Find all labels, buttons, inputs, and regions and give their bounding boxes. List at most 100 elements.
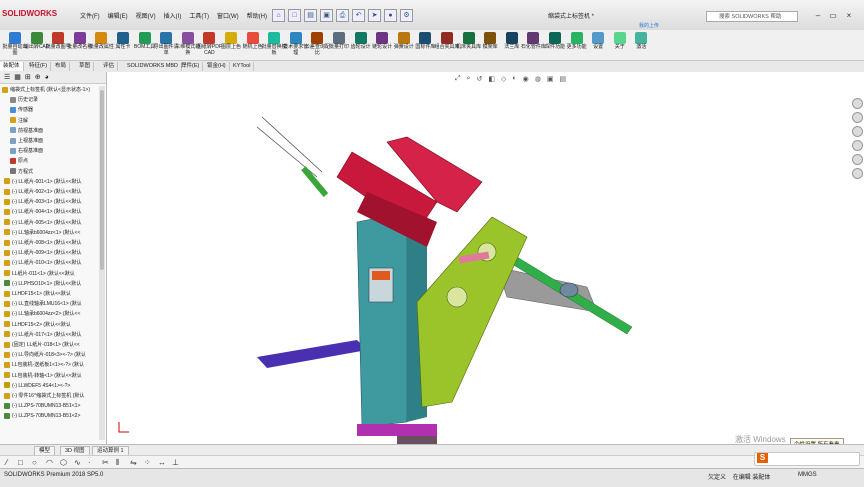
new-icon[interactable]: □ [288, 9, 301, 22]
scene-icon[interactable]: ▣ [547, 75, 554, 83]
graphics-area[interactable] [107, 72, 864, 444]
menu-file[interactable]: 文件(F) [80, 11, 100, 20]
task-pane-explorer-icon[interactable] [852, 126, 863, 137]
tab-sketch[interactable]: 草图 [76, 62, 95, 71]
component-icon [4, 413, 10, 420]
ribbon-icon-12 [268, 32, 281, 44]
zoom-area-icon[interactable]: ⌕ [467, 75, 471, 83]
tree-item[interactable]: (-) LLPHSO10<1> (默认<<默认 [0, 280, 104, 289]
hide-show-icon[interactable]: ◉ [523, 75, 529, 83]
tree-item[interactable]: (-) LL纸片-008<1> (默认<<默认 [0, 239, 104, 248]
tree-item[interactable]: (-) LL轴承b6004zz<2> (默认<< [0, 310, 104, 319]
tree-item[interactable]: 方程式 [0, 168, 106, 177]
tree-item[interactable]: (-) LL纸片-009<1> (默认<<默认 [0, 249, 104, 258]
section-view-icon[interactable]: ◧ [488, 75, 495, 83]
tab-evaluate[interactable]: 评估 [100, 62, 119, 71]
task-pane-library-icon[interactable] [852, 112, 863, 123]
print-icon[interactable]: ⎙ [336, 9, 349, 22]
rebuild-icon[interactable]: ● [384, 9, 397, 22]
zoom-fit-icon[interactable]: ⤢ [455, 75, 461, 83]
tree-item[interactable]: (固定) LL纸片-018<1> (默认<< [0, 341, 104, 350]
task-pane-resources-icon[interactable] [852, 98, 863, 109]
tab-mbd[interactable]: SOLIDWORKS MBD [124, 62, 183, 71]
tree-item[interactable]: (-) LL直线轴承LMU16<1> (默认 [0, 300, 104, 309]
tree-item[interactable]: LL纸片-011<1> (默认<<默认 [0, 270, 104, 279]
tree-item-label: LL包装机-送纸板1<1><-?> (默认 [12, 362, 84, 369]
task-pane-bar [852, 98, 864, 179]
component-icon [4, 321, 10, 328]
tree-item-label: (-) LLWDEF5 4S4<1><-?> [12, 382, 71, 389]
task-pane-palette-icon[interactable] [852, 140, 863, 151]
tab-layout[interactable]: 布局 [52, 62, 71, 71]
display-icon[interactable]: ◕ [45, 72, 49, 83]
appearance-icon[interactable]: ◍ [535, 75, 541, 83]
tree-item[interactable]: (-) 零件16^缩袋式上标签机 (默认 [0, 392, 104, 401]
tree-item[interactable]: LLHDF15<1> (默认<<默认 [0, 290, 104, 299]
menu-insert[interactable]: 插入(I) [164, 11, 182, 20]
component-icon [4, 280, 10, 287]
status-units[interactable]: MMGS [798, 472, 817, 478]
tree-item[interactable]: 前视基准面 [0, 127, 106, 136]
ribbon-icon-11 [246, 32, 259, 44]
ribbon-button-29[interactable]: 激活 [628, 32, 654, 51]
ribbon-icon-24 [527, 32, 540, 44]
tab-assembly[interactable]: 装配体 [0, 62, 24, 71]
view-orientation-icon[interactable]: ◇ [501, 75, 506, 83]
menu-view[interactable]: 视图(V) [136, 11, 156, 20]
tree-item[interactable]: (-) LL纸片-004<1> (默认<<默认 [0, 208, 104, 217]
property-icon[interactable]: ▦ [14, 72, 21, 83]
panel-scroll-thumb[interactable] [100, 90, 104, 270]
tree-item[interactable]: (-) LL纸片-017<1> (默认<<默认 [0, 331, 104, 340]
tree-item[interactable]: LL包装机-送纸板1<1><-?> (默认 [0, 361, 104, 370]
tree-item[interactable]: (-) LLZPS-70BUMN13-B51<2> [0, 412, 104, 421]
tree-item[interactable]: 原点 [0, 157, 106, 166]
tree-item[interactable]: LL包装机-转轴<1> (默认<<默认 [0, 372, 104, 381]
tree-item[interactable]: 右视基准面 [0, 147, 106, 156]
tab-weldments[interactable]: 焊件(E) [178, 62, 204, 71]
open-icon[interactable]: ▤ [304, 9, 317, 22]
menu-tools[interactable]: 工具(T) [189, 11, 209, 20]
tree-item[interactable]: (-) LLWDEF5 4S4<1><-?> [0, 382, 104, 391]
tree-item[interactable]: 缩袋式上标签机 (默认<显示状态-1>) [0, 86, 102, 95]
tree-item[interactable]: (-) LL轴承b6004zz<1> (默认<< [0, 229, 104, 238]
tree-item[interactable]: 注解 [0, 117, 106, 126]
menu-window[interactable]: 窗口(W) [217, 11, 239, 20]
config-icon[interactable]: ⊞ [25, 72, 31, 83]
minimize-icon[interactable]: – [812, 10, 824, 21]
task-pane-custom-icon[interactable] [852, 168, 863, 179]
select-icon[interactable]: ➤ [368, 9, 381, 22]
tree-item[interactable]: (-) LL纸片-003<1> (默认<<默认 [0, 198, 104, 207]
display-style-icon[interactable]: ◐ [512, 75, 516, 83]
ime-toolbar[interactable] [754, 452, 860, 466]
tree-item[interactable]: (-) LL纸片-005<1> (默认<<默认 [0, 219, 104, 228]
previous-view-icon[interactable]: ↺ [477, 75, 483, 83]
home-icon[interactable]: ⌂ [272, 9, 285, 22]
tree-item[interactable]: (-) LL纸片-001<1> (默认<<默认 [0, 178, 104, 187]
tab-features[interactable]: 特征(F) [26, 62, 52, 71]
tree-item[interactable]: 上视基准面 [0, 137, 106, 146]
menu-edit[interactable]: 编辑(E) [108, 11, 128, 20]
sogou-ime-icon[interactable]: S [757, 453, 768, 463]
tree-item-label: (-) LL纸片-008<1> (默认<<默认 [12, 240, 82, 246]
save-icon[interactable]: ▣ [320, 9, 333, 22]
undo-icon[interactable]: ↶ [352, 9, 365, 22]
options-icon[interactable]: ⚙ [400, 9, 413, 22]
maximize-icon[interactable]: ▭ [827, 10, 839, 21]
tree-item[interactable]: 传感器 [0, 106, 106, 115]
cloud-upload-label[interactable]: 我的上传 [639, 22, 659, 29]
tab-sheetmetal[interactable]: 钣金(H) [204, 62, 230, 71]
view-settings-icon[interactable]: ▤ [560, 75, 567, 83]
task-pane-appearance-icon[interactable] [852, 154, 863, 165]
dimxpert-icon[interactable]: ⊕ [35, 72, 41, 83]
menu-help[interactable]: 帮助(H) [247, 11, 267, 20]
tree-item[interactable]: 历史记录 [0, 96, 106, 105]
tree-item[interactable]: (-) LL纸片-002<1> (默认<<默认 [0, 188, 104, 197]
close-icon[interactable]: × [843, 10, 855, 21]
tree-item[interactable]: (-) LLZPS-70BUMN13-B51<1> [0, 402, 104, 411]
tree-item[interactable]: (-) LL纸片-010<1> (默认<<默认 [0, 259, 104, 268]
tab-kytool[interactable]: KYTool [230, 62, 255, 71]
tree-item[interactable]: (-) LL导向纸片-018<3><-?> (默认 [0, 351, 104, 360]
search-input[interactable]: 搜索 SOLIDWORKS 帮助 [706, 11, 798, 22]
tree-item[interactable]: LLHDF15<2> (默认<<默认 [0, 321, 104, 330]
feature-tree-icon[interactable]: ☰ [4, 72, 10, 83]
